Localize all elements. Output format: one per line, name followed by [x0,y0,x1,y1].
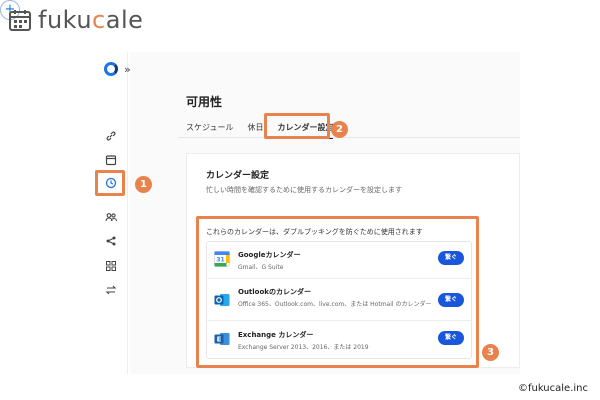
sidebar-item-users[interactable] [102,208,120,226]
calendar-icon [105,155,117,166]
highlight-box-3 [196,216,479,368]
sidebar-item-swap[interactable] [102,281,120,299]
card-title: カレンダー設定 [206,171,270,181]
step-badge-3: 3 [482,344,499,361]
page-title: 可用性 [186,95,223,109]
apps-icon [106,261,116,271]
swap-icon [105,285,117,295]
users-icon [105,213,117,222]
brand-name: fukucale [38,6,144,34]
sidebar-item-share[interactable] [102,232,120,250]
sidebar-header: » [104,62,131,76]
copyright: ©fukucale.inc [517,383,588,394]
link-icon [106,131,116,141]
share-icon [106,236,116,246]
highlight-box-2 [264,113,330,139]
card-description: 忙しい時間を確認するために使用するカレンダーを設定します [206,186,402,194]
app-logo-icon[interactable] [104,62,118,76]
double-chevron-right-icon[interactable]: » [124,63,131,76]
brand-logo: fukucale [8,6,143,34]
sidebar-item-link[interactable] [102,127,120,145]
highlight-box-1 [95,170,125,196]
sidebar-item-calendar[interactable] [102,151,120,169]
sidebar-item-apps[interactable] [102,257,120,275]
divider [178,137,520,138]
calendar-icon [9,10,31,31]
step-badge-1: 1 [135,176,152,193]
step-badge-2: 2 [331,121,348,138]
